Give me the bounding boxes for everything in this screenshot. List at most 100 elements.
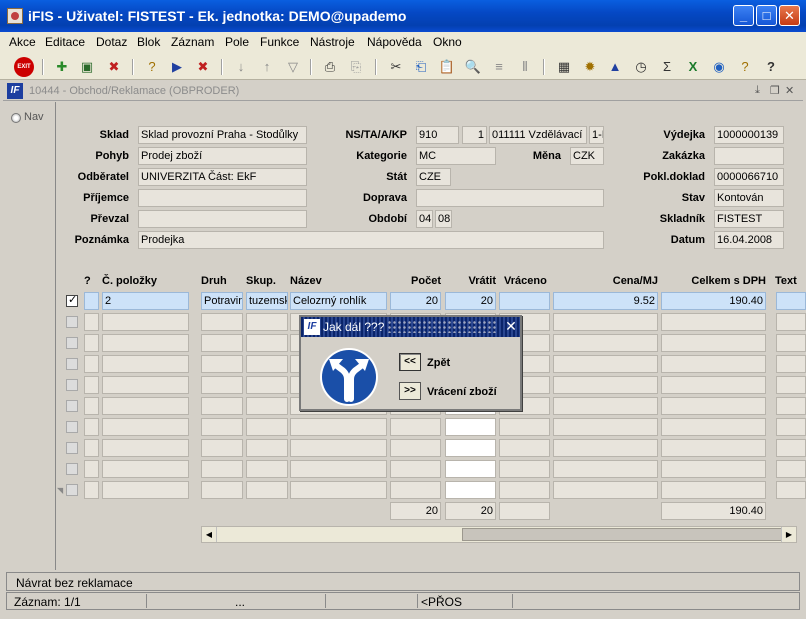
minimize-button[interactable]: _: [733, 5, 754, 26]
row-checkbox[interactable]: [66, 421, 78, 433]
cell-skup[interactable]: [246, 439, 288, 457]
form-close-icon[interactable]: ✕: [785, 84, 794, 97]
maximize-button[interactable]: □: [756, 5, 777, 26]
datum-field[interactable]: 16.04.2008: [714, 231, 784, 249]
cell-celkem[interactable]: [661, 313, 766, 331]
obdobi-month-field[interactable]: 04: [416, 210, 433, 228]
insert-record-icon[interactable]: ✚: [52, 57, 72, 77]
cell-celkem[interactable]: [661, 376, 766, 394]
cell-celkem[interactable]: [661, 334, 766, 352]
row-flag-cell[interactable]: [84, 313, 99, 331]
row-flag-cell[interactable]: [84, 376, 99, 394]
list-icon[interactable]: ≡: [489, 57, 509, 77]
scroll-right-icon[interactable]: ▶: [781, 527, 796, 542]
doprava-field[interactable]: [416, 189, 604, 207]
kategorie-field[interactable]: MC: [416, 147, 496, 165]
sum-icon[interactable]: Σ: [657, 57, 677, 77]
exit-button[interactable]: EXIT: [14, 57, 34, 77]
cell-cena[interactable]: [553, 376, 658, 394]
cell-cena[interactable]: [553, 397, 658, 415]
cell-vraceno[interactable]: [499, 481, 550, 499]
query-execute-icon[interactable]: ▶: [167, 57, 187, 77]
cell-vraceno[interactable]: [499, 460, 550, 478]
menu-pole[interactable]: Pole: [225, 35, 249, 49]
cell-druh[interactable]: [201, 397, 243, 415]
kp-field[interactable]: 1-I: [589, 126, 604, 144]
cell-skup[interactable]: [246, 313, 288, 331]
sort-descending-icon[interactable]: ↑: [257, 57, 277, 77]
stat-field[interactable]: CZE: [416, 168, 451, 186]
cell-druh[interactable]: [201, 313, 243, 331]
form-minimize-icon[interactable]: ⤓: [755, 84, 760, 97]
prevzal-field[interactable]: [138, 210, 307, 228]
navigation-icon[interactable]: ▲: [605, 57, 625, 77]
cell-vraceno[interactable]: [499, 292, 550, 310]
cell-vratit[interactable]: [445, 481, 496, 499]
cell-skup[interactable]: [246, 334, 288, 352]
cell-pocet[interactable]: [390, 481, 441, 499]
cell-text[interactable]: [776, 376, 806, 394]
mena-field[interactable]: CZK: [570, 147, 604, 165]
cell-celkem[interactable]: [661, 418, 766, 436]
odberatel-field[interactable]: UNIVERZITA Část: EkF: [138, 168, 307, 186]
cell-cena[interactable]: [553, 334, 658, 352]
cell-cena[interactable]: 9.52: [553, 292, 658, 310]
clock-icon[interactable]: ◷: [631, 57, 651, 77]
sort-ascending-icon[interactable]: ↓: [231, 57, 251, 77]
cut-icon[interactable]: ✂: [386, 57, 406, 77]
row-flag-cell[interactable]: [84, 418, 99, 436]
cell-druh[interactable]: [201, 355, 243, 373]
ns-field[interactable]: 910: [416, 126, 459, 144]
help-icon[interactable]: ?: [761, 57, 781, 77]
ta-field[interactable]: 1: [462, 126, 487, 144]
cell-vratit[interactable]: [445, 439, 496, 457]
delete-record-icon[interactable]: ✖: [104, 57, 124, 77]
query-cancel-icon[interactable]: ✖: [193, 57, 213, 77]
vraceni-zbozi-button[interactable]: >>: [399, 382, 421, 400]
cell-celkem[interactable]: [661, 460, 766, 478]
scroll-left-icon[interactable]: ◀: [202, 527, 217, 542]
row-flag-cell[interactable]: [84, 334, 99, 352]
menu-zaznam[interactable]: Záznam: [171, 35, 214, 49]
menu-napoveda[interactable]: Nápověda: [367, 35, 422, 49]
row-flag-cell[interactable]: [84, 439, 99, 457]
scroll-thumb[interactable]: [462, 528, 782, 541]
row-checkbox[interactable]: [66, 316, 78, 328]
cell-nazev[interactable]: [290, 418, 387, 436]
row-checkbox[interactable]: [66, 379, 78, 391]
close-button[interactable]: ✕: [779, 5, 800, 26]
cell-celkem[interactable]: [661, 397, 766, 415]
row-checkbox[interactable]: [66, 442, 78, 454]
cell-druh[interactable]: [201, 334, 243, 352]
cell-cena[interactable]: [553, 313, 658, 331]
cell-celkem[interactable]: [661, 439, 766, 457]
skladnik-field[interactable]: FISTEST: [714, 210, 784, 228]
cell-text[interactable]: [776, 418, 806, 436]
menu-dotaz[interactable]: Dotaz: [96, 35, 127, 49]
cell-cena[interactable]: [553, 481, 658, 499]
stav-field[interactable]: Kontován: [714, 189, 784, 207]
cell-text[interactable]: [776, 439, 806, 457]
find-icon[interactable]: 🔍: [463, 57, 483, 77]
row-checkbox[interactable]: [66, 337, 78, 349]
cell-vratit[interactable]: [445, 418, 496, 436]
row-flag-cell[interactable]: [84, 481, 99, 499]
cell-pocet[interactable]: [390, 460, 441, 478]
cell-skup[interactable]: [246, 460, 288, 478]
cell-vraceno[interactable]: [499, 418, 550, 436]
back-button[interactable]: <<: [399, 353, 421, 371]
cell-druh[interactable]: [201, 481, 243, 499]
cell-celkem[interactable]: [661, 481, 766, 499]
cell-skup[interactable]: tuzemsk: [246, 292, 288, 310]
cell-polozka[interactable]: [102, 334, 189, 352]
cell-nazev[interactable]: [290, 439, 387, 457]
cell-celkem[interactable]: [661, 355, 766, 373]
prijemce-field[interactable]: [138, 189, 307, 207]
horizontal-scrollbar[interactable]: ◀ ▶: [201, 526, 797, 543]
menu-blok[interactable]: Blok: [137, 35, 160, 49]
cell-nazev[interactable]: Celozrný rohlík: [290, 292, 387, 310]
cell-polozka[interactable]: [102, 376, 189, 394]
cell-nazev[interactable]: [290, 481, 387, 499]
cell-vraceno[interactable]: [499, 439, 550, 457]
pohyb-field[interactable]: Prodej zboží: [138, 147, 307, 165]
